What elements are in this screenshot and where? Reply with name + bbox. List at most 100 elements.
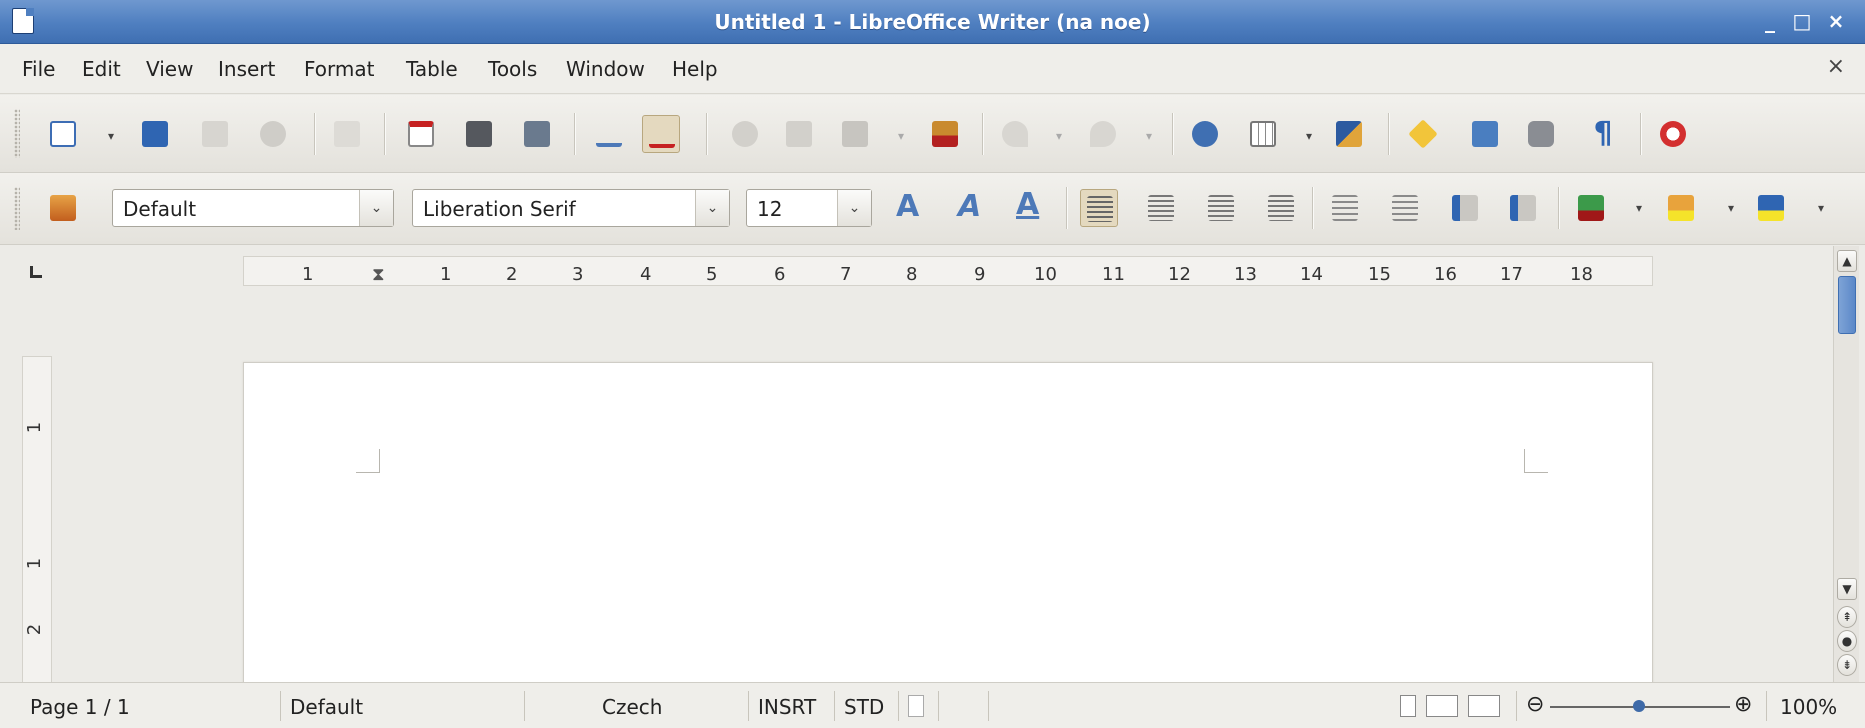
chevron-down-icon[interactable]: ⌄ xyxy=(359,190,393,226)
menu-insert[interactable]: Insert xyxy=(218,57,275,81)
copy-button[interactable] xyxy=(780,115,818,153)
print-button[interactable] xyxy=(460,115,498,153)
zoom-slider-handle[interactable] xyxy=(1633,700,1645,712)
zoom-level[interactable]: 100% xyxy=(1780,695,1837,719)
scrollbar-thumb[interactable] xyxy=(1838,276,1856,334)
font-name-combo[interactable]: Liberation Serif ⌄ xyxy=(412,189,730,227)
document-modified-icon[interactable] xyxy=(908,695,924,717)
redo-button[interactable] xyxy=(1084,115,1122,153)
numbering-button[interactable] xyxy=(1326,189,1364,227)
next-page-icon[interactable]: ⇟ xyxy=(1837,654,1857,676)
menu-help[interactable]: Help xyxy=(672,57,718,81)
scroll-up-icon[interactable]: ▲ xyxy=(1837,250,1857,272)
gallery-button[interactable] xyxy=(1466,115,1504,153)
formatting-marks-button[interactable]: ¶ xyxy=(1584,115,1622,153)
increase-indent-button[interactable] xyxy=(1504,189,1542,227)
book-view-icon[interactable] xyxy=(1468,695,1500,717)
redo-dropdown-icon[interactable]: ▾ xyxy=(1146,130,1156,142)
undo-dropdown-icon[interactable]: ▾ xyxy=(1056,130,1066,142)
previous-page-icon[interactable]: ⇞ xyxy=(1837,606,1857,628)
highlighting-button[interactable] xyxy=(1662,189,1700,227)
document-page[interactable] xyxy=(243,362,1653,692)
bullets-icon xyxy=(1392,195,1418,221)
close-document-icon[interactable]: × xyxy=(1827,54,1845,79)
copy-icon xyxy=(786,121,812,147)
navigator-button[interactable] xyxy=(1186,115,1224,153)
indent-marker-icon[interactable]: ⧗ xyxy=(372,264,385,285)
menu-window[interactable]: Window xyxy=(566,57,645,81)
insert-mode-status[interactable]: INSRT xyxy=(758,695,816,719)
new-document-button[interactable] xyxy=(44,115,82,153)
chevron-down-icon[interactable]: ⌄ xyxy=(837,190,871,226)
paste-button[interactable] xyxy=(836,115,874,153)
toolbar-separator xyxy=(1066,187,1067,229)
find-replace-button[interactable] xyxy=(1404,115,1442,153)
align-center-button[interactable] xyxy=(1142,189,1180,227)
font-color-button[interactable] xyxy=(1572,189,1610,227)
close-window-button[interactable]: × xyxy=(1823,8,1849,34)
align-left-button[interactable] xyxy=(1080,189,1118,227)
help-button[interactable] xyxy=(1654,115,1692,153)
horizontal-ruler[interactable]: 1 ⧗ 1 2 3 4 5 6 7 8 9 10 11 12 13 14 15 … xyxy=(243,256,1653,286)
zoom-out-icon[interactable]: ⊖ xyxy=(1526,692,1544,717)
print-preview-button[interactable] xyxy=(518,115,556,153)
toolbar-grip[interactable] xyxy=(14,187,20,230)
bullets-button[interactable] xyxy=(1386,189,1424,227)
data-sources-button[interactable] xyxy=(1522,115,1560,153)
email-button[interactable] xyxy=(254,115,292,153)
menu-tools[interactable]: Tools xyxy=(488,57,537,81)
ruler-tick: 9 xyxy=(974,264,986,285)
autospellcheck-button[interactable] xyxy=(642,115,680,153)
page-style[interactable]: Default xyxy=(290,695,363,719)
selection-mode-status[interactable]: STD xyxy=(844,695,884,719)
menu-file[interactable]: File xyxy=(22,57,55,81)
table-button[interactable] xyxy=(1244,115,1282,153)
background-color-dropdown-icon[interactable]: ▾ xyxy=(1818,202,1828,214)
zoom-in-icon[interactable]: ⊕ xyxy=(1734,692,1752,717)
menu-view[interactable]: View xyxy=(146,57,193,81)
multi-page-view-icon[interactable] xyxy=(1426,695,1458,717)
navigation-icon[interactable]: ● xyxy=(1837,630,1857,652)
vertical-ruler[interactable]: 1 1 2 xyxy=(22,356,52,686)
toolbar-grip[interactable] xyxy=(14,109,20,158)
spelling-button[interactable] xyxy=(590,115,628,153)
decrease-indent-button[interactable] xyxy=(1446,189,1484,227)
cut-button[interactable] xyxy=(726,115,764,153)
undo-button[interactable] xyxy=(996,115,1034,153)
open-button[interactable] xyxy=(136,115,174,153)
draw-functions-button[interactable] xyxy=(1330,115,1368,153)
menu-table[interactable]: Table xyxy=(406,57,458,81)
minimize-button[interactable]: _ xyxy=(1757,8,1783,34)
document-workspace: 1 ⧗ 1 2 3 4 5 6 7 8 9 10 11 12 13 14 15 … xyxy=(0,246,1833,692)
chevron-down-icon[interactable]: ⌄ xyxy=(695,190,729,226)
save-button[interactable] xyxy=(196,115,234,153)
export-pdf-button[interactable] xyxy=(402,115,440,153)
paste-dropdown-icon[interactable]: ▾ xyxy=(898,130,908,142)
font-color-dropdown-icon[interactable]: ▾ xyxy=(1636,202,1646,214)
paragraph-style-combo[interactable]: Default ⌄ xyxy=(112,189,394,227)
menu-edit[interactable]: Edit xyxy=(82,57,121,81)
clone-formatting-button[interactable] xyxy=(926,115,964,153)
language-status[interactable]: Czech xyxy=(602,695,662,719)
highlight-dropdown-icon[interactable]: ▾ xyxy=(1728,202,1738,214)
menu-format[interactable]: Format xyxy=(304,57,374,81)
tab-stop-selector-icon[interactable] xyxy=(30,266,42,278)
font-size-combo[interactable]: 12 ⌄ xyxy=(746,189,872,227)
single-page-view-icon[interactable] xyxy=(1400,695,1416,717)
maximize-button[interactable]: □ xyxy=(1789,8,1815,34)
underline-button[interactable]: A xyxy=(1016,187,1039,222)
redo-icon xyxy=(1090,121,1116,147)
bold-button[interactable]: A xyxy=(896,189,919,224)
align-right-button[interactable] xyxy=(1202,189,1240,227)
new-dropdown-icon[interactable]: ▾ xyxy=(108,130,118,142)
justify-button[interactable] xyxy=(1262,189,1300,227)
scroll-down-icon[interactable]: ▼ xyxy=(1837,578,1857,600)
ruler-tick: 15 xyxy=(1368,264,1391,285)
page-count[interactable]: Page 1 / 1 xyxy=(30,695,130,719)
background-color-button[interactable] xyxy=(1752,189,1790,227)
table-dropdown-icon[interactable]: ▾ xyxy=(1306,130,1316,142)
styles-formatting-button[interactable] xyxy=(44,189,82,227)
edit-file-button[interactable] xyxy=(328,115,366,153)
italic-button[interactable]: A xyxy=(958,189,981,224)
vertical-scrollbar[interactable]: ▲ ▼ ⇞ ● ⇟ xyxy=(1833,246,1859,682)
